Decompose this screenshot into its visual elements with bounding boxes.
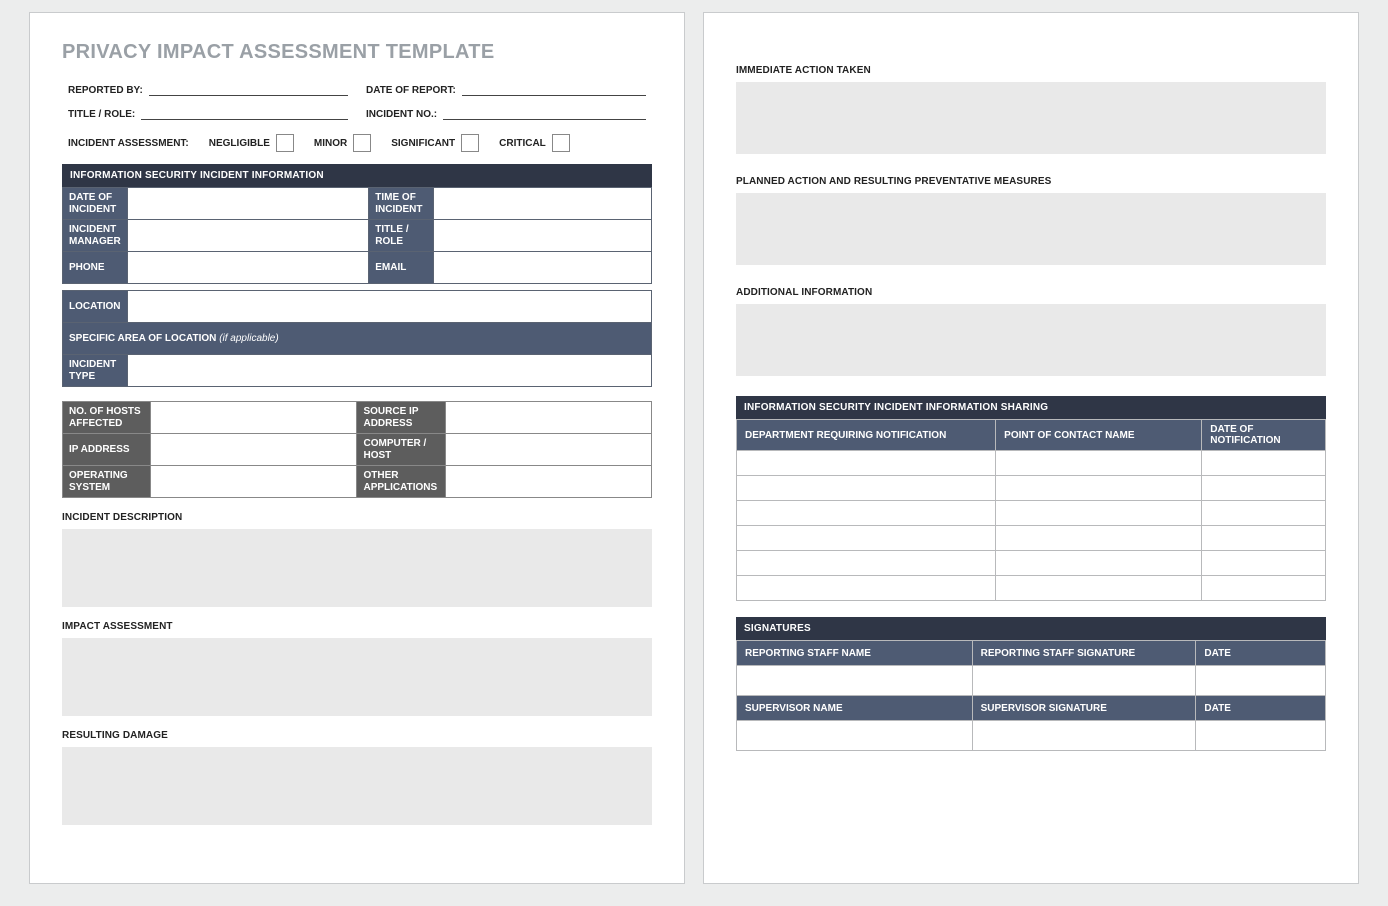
immediate-action-label: IMMEDIATE ACTION TAKEN — [736, 65, 1326, 76]
table-row — [737, 501, 1326, 526]
resulting-damage-label: RESULTING DAMAGE — [62, 730, 652, 741]
table-row — [737, 451, 1326, 476]
planned-action-label: PLANNED ACTION AND RESULTING PREVENTATIV… — [736, 176, 1326, 187]
additional-info-label: ADDITIONAL INFORMATION — [736, 287, 1326, 298]
incident-manager-input[interactable] — [127, 220, 368, 252]
incident-info-table: DATE OF INCIDENT TIME OF INCIDENT INCIDE… — [62, 187, 652, 284]
location-table: LOCATION SPECIFIC AREA OF LOCATION (if a… — [62, 290, 652, 387]
source-ip-input[interactable] — [445, 402, 651, 434]
incident-type-input[interactable] — [127, 355, 651, 387]
supervisor-date-label: DATE — [1196, 696, 1326, 721]
table-row — [737, 526, 1326, 551]
reporting-date-label: DATE — [1196, 641, 1326, 666]
other-apps-label: OTHER APPLICATIONS — [357, 466, 445, 498]
computer-host-input[interactable] — [445, 434, 651, 466]
no-hosts-label: NO. OF HOSTS AFFECTED — [63, 402, 151, 434]
time-of-incident-input[interactable] — [434, 188, 652, 220]
resulting-damage-input[interactable] — [62, 747, 652, 825]
incident-description-input[interactable] — [62, 529, 652, 607]
supervisor-sig-input[interactable] — [972, 721, 1196, 751]
supervisor-name-label: SUPERVISOR NAME — [737, 696, 973, 721]
sharing-col-date: DATE OF NOTIFICATION — [1202, 420, 1326, 451]
table-row — [737, 576, 1326, 601]
sharing-col-dept: DEPARTMENT REQUIRING NOTIFICATION — [737, 420, 996, 451]
reporting-name-input[interactable] — [737, 666, 973, 696]
reported-by-input[interactable] — [149, 82, 348, 96]
title-role-input[interactable] — [141, 106, 348, 120]
minor-checkbox[interactable] — [353, 134, 371, 152]
signatures-section-header: SIGNATURES — [736, 617, 1326, 640]
incident-type-label: INCIDENT TYPE — [63, 355, 128, 387]
immediate-action-input[interactable] — [736, 82, 1326, 154]
date-of-report-input[interactable] — [462, 82, 646, 96]
specific-area-label: SPECIFIC AREA OF LOCATION (if applicable… — [63, 323, 652, 355]
sharing-section-header: INFORMATION SECURITY INCIDENT INFORMATIO… — [736, 396, 1326, 419]
time-of-incident-label: TIME OF INCIDENT — [369, 188, 434, 220]
incident-manager-label: INCIDENT MANAGER — [63, 220, 128, 252]
table-row — [737, 476, 1326, 501]
title-role2-label: TITLE / ROLE — [369, 220, 434, 252]
no-hosts-input[interactable] — [151, 402, 357, 434]
email-label: EMAIL — [369, 252, 434, 284]
supervisor-sig-label: SUPERVISOR SIGNATURE — [972, 696, 1196, 721]
reported-by-label: REPORTED BY: — [68, 85, 143, 96]
phone-label: PHONE — [63, 252, 128, 284]
title-role-label: TITLE / ROLE: — [68, 109, 135, 120]
significant-checkbox[interactable] — [461, 134, 479, 152]
incident-assessment-row: INCIDENT ASSESSMENT: NEGLIGIBLE MINOR SI… — [62, 130, 652, 164]
reporting-date-input[interactable] — [1196, 666, 1326, 696]
ip-address-input[interactable] — [151, 434, 357, 466]
report-header-fields: REPORTED BY: DATE OF REPORT: TITLE / ROL… — [68, 82, 646, 120]
email-input[interactable] — [434, 252, 652, 284]
incident-description-label: INCIDENT DESCRIPTION — [62, 512, 652, 523]
signatures-table: REPORTING STAFF NAME REPORTING STAFF SIG… — [736, 640, 1326, 751]
critical-label: CRITICAL — [499, 138, 546, 149]
supervisor-date-input[interactable] — [1196, 721, 1326, 751]
document-title: PRIVACY IMPACT ASSESSMENT TEMPLATE — [62, 41, 652, 64]
date-of-report-label: DATE OF REPORT: — [366, 85, 456, 96]
hosts-table: NO. OF HOSTS AFFECTED SOURCE IP ADDRESS … — [62, 401, 652, 498]
planned-action-input[interactable] — [736, 193, 1326, 265]
source-ip-label: SOURCE IP ADDRESS — [357, 402, 445, 434]
impact-assessment-input[interactable] — [62, 638, 652, 716]
critical-checkbox[interactable] — [552, 134, 570, 152]
ip-address-label: IP ADDRESS — [63, 434, 151, 466]
table-row — [737, 551, 1326, 576]
os-label: OPERATING SYSTEM — [63, 466, 151, 498]
os-input[interactable] — [151, 466, 357, 498]
info-section-header: INFORMATION SECURITY INCIDENT INFORMATIO… — [62, 164, 652, 187]
reporting-name-label: REPORTING STAFF NAME — [737, 641, 973, 666]
incident-no-input[interactable] — [443, 106, 646, 120]
minor-label: MINOR — [314, 138, 347, 149]
page-2: IMMEDIATE ACTION TAKEN PLANNED ACTION AN… — [703, 12, 1359, 884]
supervisor-name-input[interactable] — [737, 721, 973, 751]
date-of-incident-input[interactable] — [127, 188, 368, 220]
negligible-label: NEGLIGIBLE — [209, 138, 270, 149]
page-1: PRIVACY IMPACT ASSESSMENT TEMPLATE REPOR… — [29, 12, 685, 884]
incident-no-label: INCIDENT NO.: — [366, 109, 437, 120]
additional-info-input[interactable] — [736, 304, 1326, 376]
other-apps-input[interactable] — [445, 466, 651, 498]
significant-label: SIGNIFICANT — [391, 138, 455, 149]
negligible-checkbox[interactable] — [276, 134, 294, 152]
date-of-incident-label: DATE OF INCIDENT — [63, 188, 128, 220]
phone-input[interactable] — [127, 252, 368, 284]
impact-assessment-label: IMPACT ASSESSMENT — [62, 621, 652, 632]
sharing-col-poc: POINT OF CONTACT NAME — [996, 420, 1202, 451]
reporting-sig-input[interactable] — [972, 666, 1196, 696]
document-spread: PRIVACY IMPACT ASSESSMENT TEMPLATE REPOR… — [12, 12, 1376, 884]
assessment-label: INCIDENT ASSESSMENT: — [68, 138, 189, 149]
title-role2-input[interactable] — [434, 220, 652, 252]
location-label: LOCATION — [63, 291, 128, 323]
reporting-sig-label: REPORTING STAFF SIGNATURE — [972, 641, 1196, 666]
computer-host-label: COMPUTER / HOST — [357, 434, 445, 466]
location-input[interactable] — [127, 291, 651, 323]
sharing-table: DEPARTMENT REQUIRING NOTIFICATION POINT … — [736, 419, 1326, 601]
